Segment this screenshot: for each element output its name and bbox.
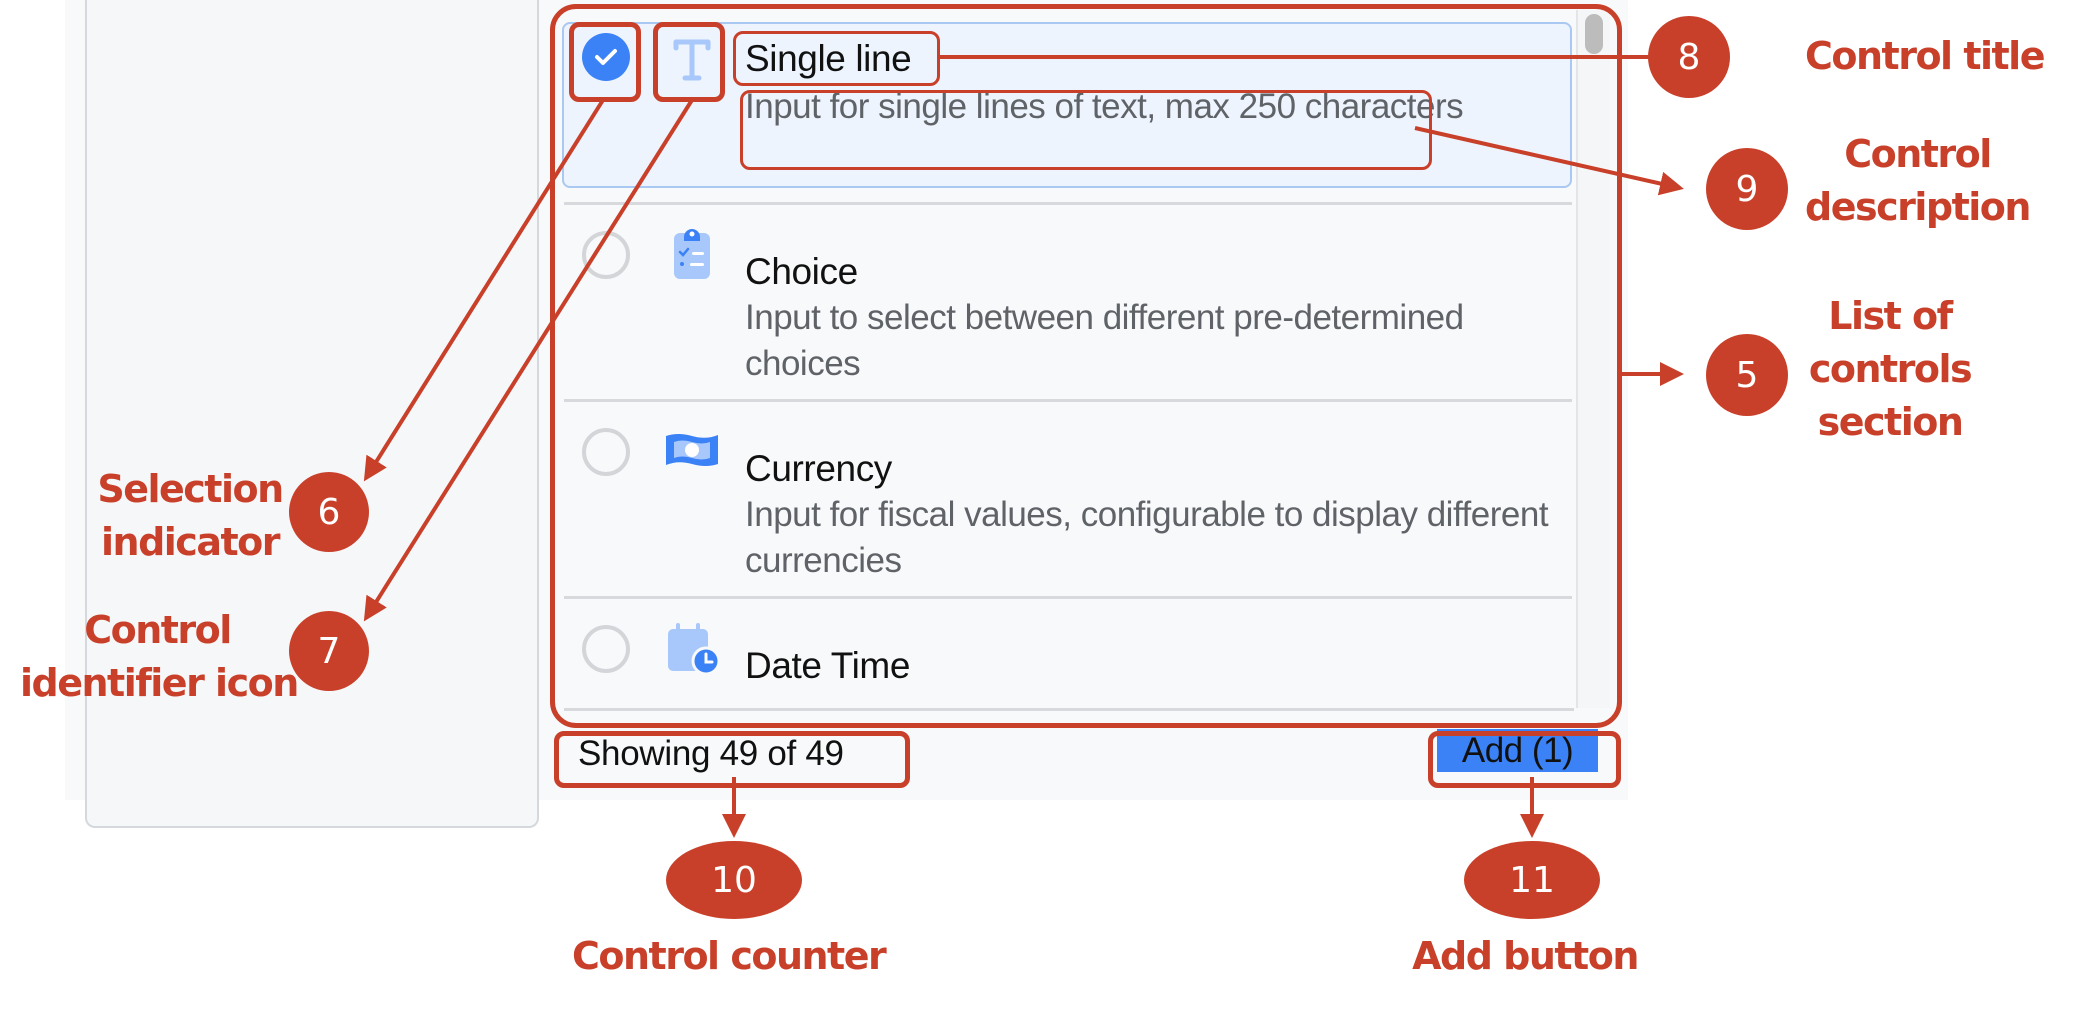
annotation-label-8: Control title <box>1805 30 2045 83</box>
annotation-badge-10: 10 <box>666 841 802 919</box>
label-line: indicator <box>101 520 280 564</box>
annotation-box-counter <box>554 731 910 788</box>
label-line: Control counter <box>572 934 887 978</box>
label-line: Add button <box>1412 934 1639 978</box>
label-line: identifier icon <box>20 661 299 705</box>
label-line: Control <box>84 608 232 652</box>
annotation-box-selection <box>569 22 641 102</box>
label-line: Selection <box>97 467 284 511</box>
annotation-box-add <box>1428 731 1621 788</box>
annotation-badge-9: 9 <box>1706 148 1788 230</box>
annotation-box-description <box>740 90 1432 170</box>
label-line: section <box>1817 400 1964 444</box>
annotation-badge-6: 6 <box>289 472 369 552</box>
label-line: Control <box>1844 132 1992 176</box>
label-line: description <box>1805 185 2031 229</box>
annotation-badge-8: 8 <box>1648 16 1730 98</box>
annotation-label-7: Control identifier icon <box>20 604 299 710</box>
annotation-label-11: Add button <box>1410 930 1640 983</box>
annotation-label-5: List of controls section <box>1800 290 1980 449</box>
label-line: controls <box>1808 347 1973 391</box>
annotation-label-10: Control counter <box>572 930 887 983</box>
label-line: List of <box>1828 294 1953 338</box>
annotation-badge-5: 5 <box>1706 334 1788 416</box>
annotation-box-icon <box>653 22 725 102</box>
annotation-box-title <box>733 31 940 86</box>
label-line: Control title <box>1805 34 2045 78</box>
annotation-badge-7: 7 <box>289 611 369 691</box>
annotation-badge-11: 11 <box>1464 841 1600 919</box>
annotation-label-6: Selection indicator <box>90 463 290 569</box>
annotation-label-9: Control description <box>1805 128 2031 234</box>
